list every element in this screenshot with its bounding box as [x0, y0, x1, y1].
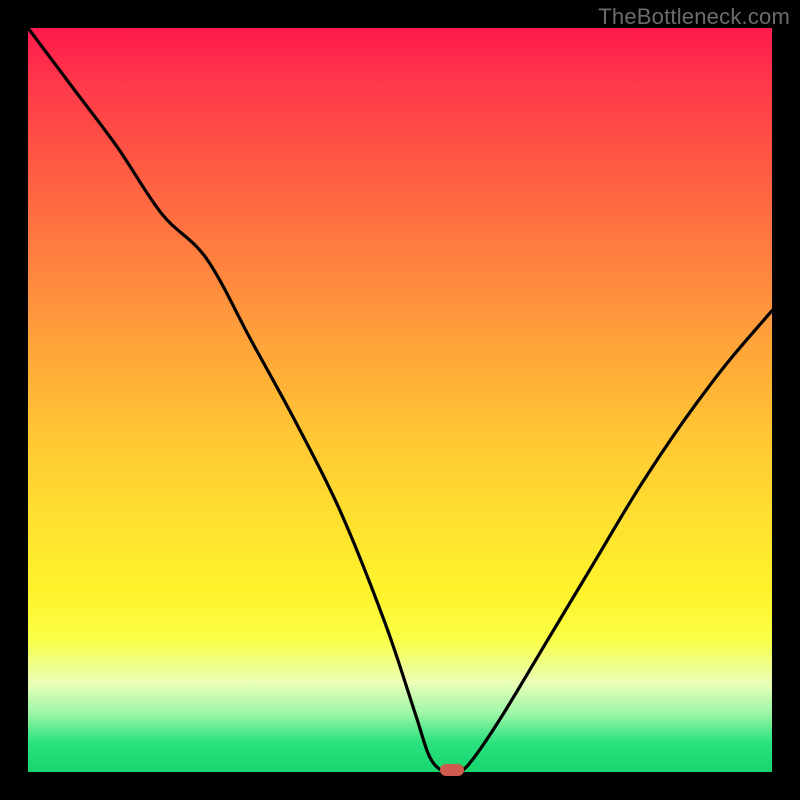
chart-frame: TheBottleneck.com [0, 0, 800, 800]
optimal-point-marker [440, 764, 464, 776]
bottleneck-curve [28, 28, 772, 772]
plot-area [28, 28, 772, 772]
watermark-text: TheBottleneck.com [598, 4, 790, 30]
